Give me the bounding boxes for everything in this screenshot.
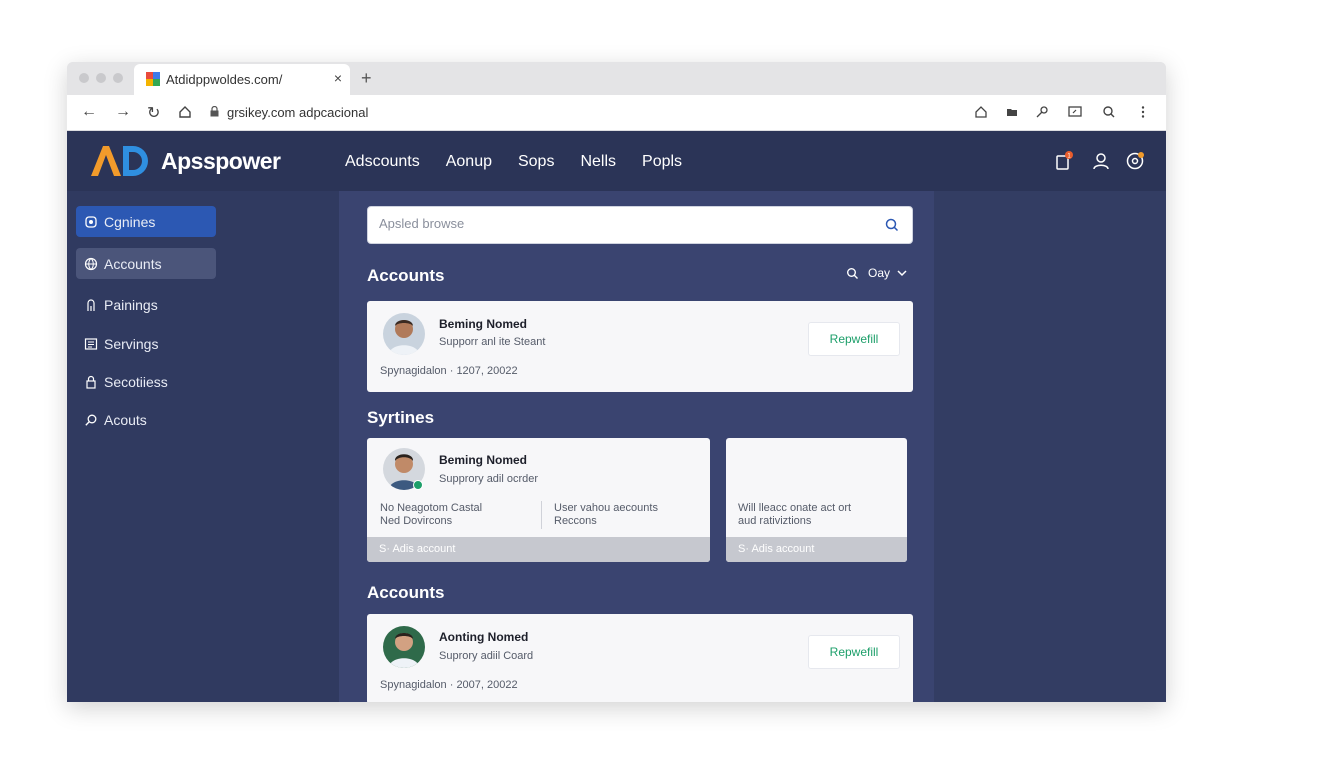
card-detail-line: Reccons <box>554 515 597 527</box>
card-detail-line: aud rativiztions <box>738 515 812 527</box>
sidebar-item-painings[interactable]: Painings <box>76 289 216 320</box>
avatar <box>383 626 425 668</box>
account-name: Aonting Nomed <box>439 630 529 644</box>
divider <box>541 501 542 529</box>
account-subtitle: Suprory adiil Coard <box>439 650 534 662</box>
url-text[interactable]: grsikey.com adpcacional <box>227 105 368 120</box>
right-pane <box>934 191 1166 702</box>
person-icon <box>87 298 95 311</box>
top-nav: Adscounts Aonup Sops Nells Popls <box>345 153 708 171</box>
sidebar-item-servings[interactable]: Servings <box>76 328 216 359</box>
search-icon <box>85 414 97 426</box>
sidebar-item-label: Secotiiess <box>104 373 168 390</box>
user-icon[interactable] <box>1091 151 1111 171</box>
forward-icon[interactable]: → <box>115 103 131 121</box>
logo-mark-icon <box>91 146 148 176</box>
home-outline-icon[interactable] <box>973 104 989 120</box>
tab-close-icon[interactable]: × <box>334 70 342 86</box>
nav-item-adscounts[interactable]: Adscounts <box>345 153 420 171</box>
syrtine-card[interactable]: Beming Nomed Supprory adil ocrder No Nea… <box>367 438 710 562</box>
avatar <box>383 313 425 355</box>
main-content: Accounts Oay Beming Nome <box>339 191 934 702</box>
card-footer-action[interactable]: S· Adis account <box>726 537 907 562</box>
sidebar-item-cgnines[interactable]: Cgnines <box>76 206 216 237</box>
sidebar: Cgnines Accounts Painings Servings Secot… <box>67 191 339 702</box>
sidebar-item-label: Acouts <box>104 411 147 428</box>
card-footer-action[interactable]: S· Adis account <box>367 537 710 562</box>
nav-item-nells[interactable]: Nells <box>580 153 616 171</box>
browser-window: Atdidppwoldes.com/ × + ← → ↻ grsikey.com… <box>67 62 1166 702</box>
search-icon[interactable] <box>884 217 900 233</box>
section-title-syrtines: Syrtines <box>367 408 435 427</box>
sidebar-item-acouts[interactable]: Acouts <box>76 404 216 435</box>
globe-icon <box>84 257 98 270</box>
address-bar: ← → ↻ grsikey.com adpcacional <box>67 95 1166 131</box>
app-header: Apsspower Adscounts Aonup Sops Nells Pop… <box>67 131 1166 191</box>
sidebar-item-label: Cgnines <box>104 213 156 230</box>
search-icon[interactable] <box>1101 104 1117 120</box>
account-meta: Spynagidalon · 2007, 20022 <box>380 679 518 691</box>
notification-icon[interactable]: 1 <box>1054 151 1074 171</box>
close-window-dot[interactable] <box>79 73 89 83</box>
card-detail-line: User vahou aecounts <box>554 502 658 514</box>
sidebar-item-accounts[interactable]: Accounts <box>76 248 216 279</box>
settings-icon[interactable] <box>1125 151 1145 171</box>
nav-item-sops[interactable]: Sops <box>518 153 554 171</box>
gear-icon <box>85 215 97 228</box>
account-name: Beming Nomed <box>439 453 528 467</box>
new-tab-button[interactable]: + <box>361 68 372 89</box>
nav-item-popls[interactable]: Popls <box>642 153 682 171</box>
card-detail-line: Ned Dovircons <box>380 515 453 527</box>
sidebar-item-label: Painings <box>104 296 158 313</box>
key-icon[interactable] <box>1034 104 1050 120</box>
account-meta: Spynagidalon · 1207, 20022 <box>380 365 518 377</box>
account-subtitle: Supporr anl ite Steant <box>439 336 546 348</box>
minimize-window-dot[interactable] <box>96 73 106 83</box>
sort-label: Oay <box>867 266 890 280</box>
home-icon[interactable] <box>178 105 192 119</box>
account-card[interactable]: Aonting Nomed Suprory adiil Coard Spynag… <box>367 614 913 702</box>
search-box <box>367 206 913 244</box>
tab-title: Atdidppwoldes.com/ <box>166 72 283 87</box>
online-status-icon <box>413 480 423 490</box>
section-title-accounts: Accounts <box>367 583 445 602</box>
sort-control[interactable]: Oay <box>846 266 908 280</box>
search-icon <box>846 267 858 279</box>
more-vertical-icon[interactable] <box>1135 104 1151 120</box>
lock-icon <box>210 106 219 117</box>
screen-icon[interactable] <box>1067 104 1083 120</box>
tab-bar: Atdidppwoldes.com/ × + <box>67 62 1166 95</box>
account-subtitle: Supprory adil ocrder <box>439 473 539 485</box>
app-container: Apsspower Adscounts Aonup Sops Nells Pop… <box>67 131 1166 702</box>
favicon-icon <box>146 72 160 86</box>
reload-icon[interactable]: ↻ <box>147 103 160 123</box>
sidebar-item-label: Servings <box>104 335 159 352</box>
list-icon <box>84 337 98 350</box>
chevron-down-icon <box>897 270 907 277</box>
lock-icon <box>86 375 96 389</box>
maximize-window-dot[interactable] <box>113 73 123 83</box>
back-icon[interactable]: ← <box>81 103 97 121</box>
logo[interactable]: Apsspower <box>89 143 281 179</box>
account-card[interactable]: Beming Nomed Supporr anl ite Steant Spyn… <box>367 301 913 392</box>
card-detail-line: No Neagotom Castal <box>380 502 483 514</box>
sidebar-item-label: Accounts <box>104 255 162 272</box>
card-detail-line: Will lleacc onate act ort <box>738 502 852 514</box>
repwefill-button[interactable]: Repwefill <box>808 322 900 356</box>
nav-item-aonup[interactable]: Aonup <box>446 153 492 171</box>
sidebar-item-secotiiess[interactable]: Secotiiess <box>76 366 216 397</box>
syrtine-card[interactable]: Will lleacc onate act ort aud rativiztio… <box>726 438 907 562</box>
account-name: Beming Nomed <box>439 317 528 331</box>
window-controls <box>79 73 123 83</box>
repwefill-button[interactable]: Repwefill <box>808 635 900 669</box>
folder-icon[interactable] <box>1004 104 1020 120</box>
section-title-accounts: Accounts <box>367 266 445 285</box>
search-input[interactable] <box>379 216 859 231</box>
logo-text: Apsspower <box>161 147 281 174</box>
browser-tab[interactable]: Atdidppwoldes.com/ × <box>134 64 350 95</box>
